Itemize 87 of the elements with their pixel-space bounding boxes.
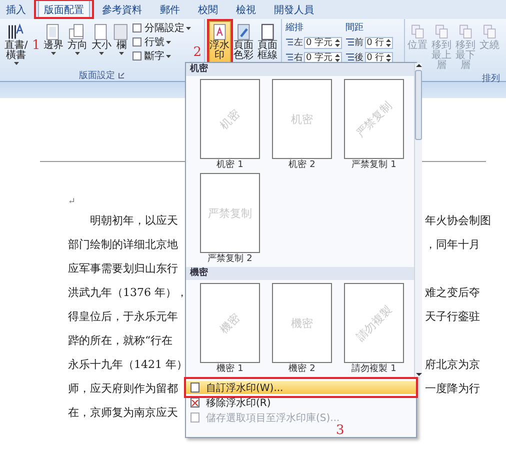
caret-icon [50, 52, 56, 55]
menu-item[interactable]: 移除浮水印(R) [186, 396, 416, 409]
ribbon-button[interactable]: 邊界 [42, 21, 64, 57]
page-size-icon [94, 24, 107, 40]
text-line: 师，应天府则作为留都 [68, 380, 179, 396]
spin-field[interactable]: 0 行 [364, 36, 394, 48]
text-line: 一度降为行 [425, 380, 481, 396]
text-line: 永乐十九年（1421 年） [68, 356, 184, 372]
page-color-icon [237, 24, 250, 40]
page-icon [190, 382, 200, 393]
text-line: 府北京为京 [425, 356, 481, 372]
arrange-icon [435, 24, 448, 38]
caret-icon [118, 52, 124, 55]
ribbon-button[interactable]: 大小 [90, 21, 112, 57]
spinner-icon [386, 38, 392, 46]
text-line: 得皇位后，于永乐元年 [68, 308, 179, 324]
page-icon [190, 397, 200, 408]
paragraph-mark: ↵ [68, 197, 76, 207]
scroll-down-icon[interactable] [416, 372, 422, 377]
ribbon-tab[interactable]: 參考資料 [96, 0, 148, 19]
caret-icon [98, 52, 104, 55]
annotation-number: 2 [193, 45, 202, 60]
field-label: 後 [354, 52, 364, 64]
watermark-icon [213, 24, 226, 40]
dialog-launcher-icon[interactable] [118, 72, 125, 79]
spin-field[interactable]: 0 字元 [304, 52, 342, 64]
text-line: 天子行銮驻 [425, 308, 481, 324]
ribbon-tab[interactable]: 檢視 [230, 0, 262, 19]
section-header: 機密 [186, 267, 414, 280]
spinner-icon [386, 54, 392, 62]
text-line: 部门绘制的详细北京地 [68, 236, 179, 252]
ribbon-small-button[interactable]: 分隔設定 [132, 21, 192, 34]
page-border-icon [261, 24, 274, 40]
annotation-number: 3 [336, 424, 344, 437]
text-line: 洪武九年（1376 年）， [68, 284, 184, 300]
indent-icon [346, 53, 354, 62]
caret-icon [14, 62, 18, 65]
scrollbar[interactable] [414, 63, 422, 377]
annotation-number: 1 [32, 38, 40, 53]
text-line: 在，京师复为南京应天 [68, 404, 179, 420]
page-icon [132, 22, 142, 32]
spinner-icon [334, 38, 340, 46]
ribbon-small-button[interactable]: 行號 [132, 35, 192, 48]
text-direction-icon [8, 24, 24, 40]
text-line: ，同年十月 [425, 236, 481, 252]
indent-icon [286, 53, 293, 62]
arrange-icon [483, 24, 496, 38]
page-icon [132, 36, 142, 46]
arrange-icon [459, 24, 472, 38]
spin-field[interactable]: 0 字元 [304, 36, 342, 48]
field-label: 前 [354, 36, 364, 49]
ribbon-tab[interactable]: 郵件 [154, 0, 186, 19]
scrollbar-thumb[interactable] [415, 70, 422, 140]
text-line: 明朝初年，以应天 [89, 212, 179, 228]
section-title: 間距 [346, 22, 365, 34]
field-label: 右 [294, 52, 303, 64]
text-line: 年火协会制图 [425, 212, 492, 228]
page-icon [132, 50, 142, 60]
text-line: 难之变后夺 [425, 284, 481, 300]
text-line: 跸的所在，就称“行在 [68, 332, 174, 348]
caret-icon [186, 26, 192, 30]
page-margins-icon [46, 24, 59, 40]
caret-icon [166, 40, 172, 44]
section-header: 机密 [186, 63, 414, 76]
indent-icon [346, 38, 354, 47]
page-orientation-icon [69, 24, 84, 40]
ribbon-button[interactable]: 直書/橫書 [2, 21, 30, 67]
columns-icon [114, 24, 128, 40]
caret-icon [74, 52, 80, 55]
text-line: 应军事需要划归山东行 [68, 260, 179, 276]
caret-icon [166, 54, 172, 58]
arrange-icon [411, 24, 424, 38]
ribbon-button[interactable]: 欄 [114, 21, 128, 57]
field-label: 左 [294, 36, 303, 49]
ribbon-button[interactable]: 方向 [66, 21, 88, 57]
indent-icon [286, 38, 293, 47]
spinner-icon [334, 54, 340, 62]
page-icon [190, 412, 200, 423]
scroll-up-icon[interactable] [416, 63, 422, 68]
ribbon-tab[interactable]: 開發人員 [268, 0, 320, 19]
group-label: 版面設定 [78, 70, 115, 82]
group-label: 排列 [482, 72, 500, 85]
spin-field[interactable]: 0 行 [364, 52, 394, 64]
ribbon-tab[interactable]: 校閱 [192, 0, 224, 19]
ribbon-small-button[interactable]: 斷字 [132, 49, 192, 62]
section-title: 縮排 [286, 22, 305, 34]
ribbon-tab[interactable]: 插入 [0, 0, 32, 19]
